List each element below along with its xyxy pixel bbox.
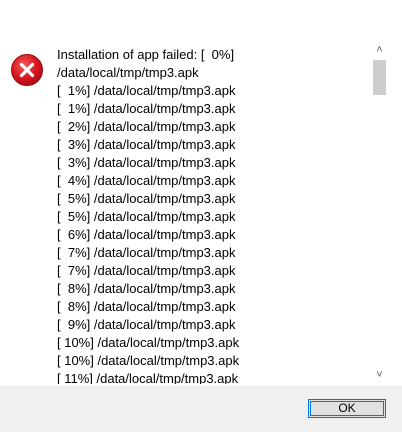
message-line: [ 1%] /data/local/tmp/tmp3.apk: [57, 83, 236, 98]
message-line: [ 9%] /data/local/tmp/tmp3.apk: [57, 317, 236, 332]
message-line: /data/local/tmp/tmp3.apk: [57, 65, 199, 80]
message-line: [ 6%] /data/local/tmp/tmp3.apk: [57, 227, 236, 242]
message-text-area: Installation of app failed: [ 0%] /data/…: [57, 46, 369, 384]
message-line: [ 11%] /data/local/tmp/tmp3.apk: [57, 371, 239, 384]
ok-button-label: OK: [338, 401, 356, 415]
scroll-up-icon[interactable]: ˄: [371, 42, 388, 59]
message-line: [ 8%] /data/local/tmp/tmp3.apk: [57, 299, 236, 314]
error-dialog: Installation of app failed: [ 0%] /data/…: [0, 0, 402, 432]
message-line: [ 5%] /data/local/tmp/tmp3.apk: [57, 209, 236, 224]
dialog-content: Installation of app failed: [ 0%] /data/…: [0, 30, 402, 386]
dialog-footer: OK: [0, 386, 402, 432]
message-line: [ 10%] /data/local/tmp/tmp3.apk: [57, 335, 240, 350]
ok-button[interactable]: OK: [308, 399, 386, 418]
vertical-scrollbar[interactable]: ˄ ˅: [371, 42, 388, 384]
scrollbar-thumb[interactable]: [373, 60, 386, 95]
message-line: Installation of app failed: [ 0%]: [57, 47, 235, 62]
message-line: [ 5%] /data/local/tmp/tmp3.apk: [57, 191, 236, 206]
message-line: [ 7%] /data/local/tmp/tmp3.apk: [57, 263, 236, 278]
message-line: [ 3%] /data/local/tmp/tmp3.apk: [57, 155, 236, 170]
message-line: [ 7%] /data/local/tmp/tmp3.apk: [57, 245, 236, 260]
message-line: [ 4%] /data/local/tmp/tmp3.apk: [57, 173, 236, 188]
message-line: [ 3%] /data/local/tmp/tmp3.apk: [57, 137, 236, 152]
message-line: [ 10%] /data/local/tmp/tmp3.apk: [57, 353, 240, 368]
message-line: [ 8%] /data/local/tmp/tmp3.apk: [57, 281, 236, 296]
message-line: [ 1%] /data/local/tmp/tmp3.apk: [57, 101, 236, 116]
scroll-down-icon[interactable]: ˅: [371, 367, 388, 384]
dialog-titlebar: [0, 0, 402, 30]
error-icon: [11, 54, 43, 86]
message-line: [ 2%] /data/local/tmp/tmp3.apk: [57, 119, 236, 134]
